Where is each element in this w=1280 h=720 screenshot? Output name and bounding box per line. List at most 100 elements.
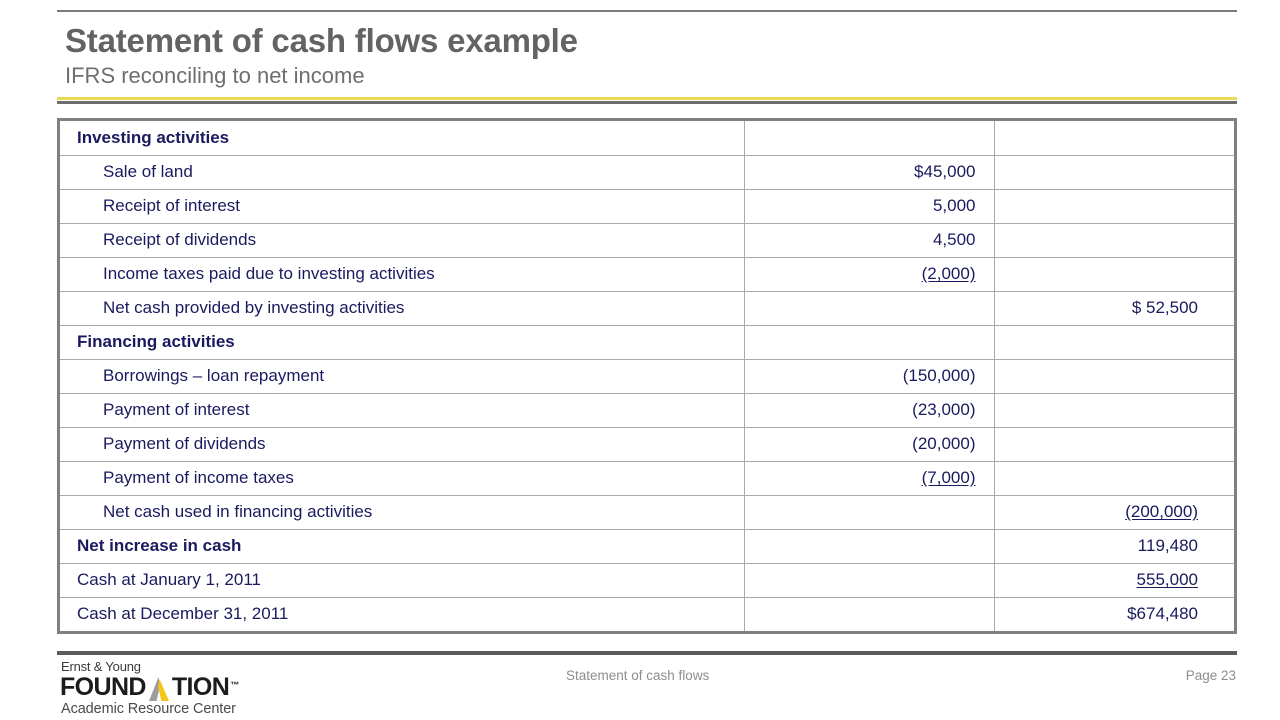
row-detail-amount-cell [744, 325, 995, 360]
row-total-amount: 119,480 [1137, 536, 1198, 555]
row-label-cell: Sale of land [60, 155, 745, 190]
page-subtitle: IFRS reconciling to net income [65, 63, 365, 88]
cash-flow-table-body: Investing activities Sale of land $45,000 R… [60, 121, 1234, 631]
row-label-cell: Investing activities [60, 121, 745, 156]
row-label-cell: Cash at December 31, 2011 [60, 597, 745, 631]
cash-flow-table: Investing activities Sale of land $45,000 R… [60, 121, 1234, 631]
table-row: Net cash provided by investing activitie… [60, 291, 1234, 326]
cash-flow-table-container: Investing activities Sale of land $45,000 R… [57, 118, 1237, 634]
ey-foundation-logo: Ernst & Young FOUND TION ™ Academic Reso… [60, 660, 320, 718]
row-label: Net increase in cash [77, 536, 242, 555]
row-label-cell: Borrowings – loan repayment [60, 359, 745, 394]
row-label: Investing activities [77, 127, 230, 147]
row-label: Cash at January 1, 2011 [77, 570, 261, 589]
row-detail-amount-cell: (23,000) [744, 393, 995, 428]
row-detail-amount: 4,500 [932, 230, 976, 249]
table-row: Net cash used in financing activities (20… [60, 495, 1234, 530]
row-total-amount-cell: $ 52,500 [994, 291, 1234, 326]
footer-center-label: Statement of cash flows [566, 668, 710, 683]
logo-foundation-wordmark: FOUND TION ™ [60, 673, 320, 701]
row-label-cell: Payment of dividends [60, 427, 745, 462]
slide-header: Statement of cash flows example IFRS rec… [57, 10, 1237, 104]
table-row: Investing activities [60, 121, 1234, 156]
row-label: Payment of interest [103, 400, 250, 419]
row-detail-amount-cell [744, 495, 995, 530]
row-detail-amount-cell: $45,000 [744, 155, 995, 190]
row-label-cell: Net cash used in financing activities [60, 495, 745, 530]
row-label-cell: Net cash provided by investing activitie… [60, 291, 745, 326]
table-row: Income taxes paid due to investing activ… [60, 257, 1234, 292]
footer-divider [57, 651, 1237, 655]
row-detail-amount-cell [744, 563, 995, 598]
row-total-amount-cell [994, 393, 1234, 428]
row-detail-amount: (23,000) [912, 400, 976, 419]
row-detail-amount-cell: (20,000) [744, 427, 995, 462]
row-total-amount-cell [994, 461, 1234, 496]
row-detail-amount: (7,000) [921, 468, 976, 487]
table-row: Payment of income taxes (7,000) [60, 461, 1234, 496]
row-total-amount-cell: $674,480 [994, 597, 1234, 631]
row-detail-amount: (2,000) [921, 264, 976, 283]
yellow-accent-rule [57, 97, 1237, 100]
row-label: Receipt of dividends [103, 230, 257, 249]
table-row: Financing activities [60, 325, 1234, 360]
row-label-cell: Income taxes paid due to investing activ… [60, 257, 745, 292]
logo-word-right: TION [171, 673, 230, 701]
row-detail-amount-cell: 5,000 [744, 189, 995, 224]
row-label-cell: Net increase in cash [60, 529, 745, 564]
row-label-cell: Financing activities [60, 325, 745, 360]
logo-ernst-young-text: Ernst & Young [61, 659, 141, 674]
row-total-amount: $ 52,500 [1131, 298, 1198, 317]
row-total-amount: (200,000) [1125, 502, 1198, 521]
row-label-cell: Receipt of dividends [60, 223, 745, 258]
slide-root: Statement of cash flows example IFRS rec… [0, 0, 1280, 720]
trademark-icon: ™ [230, 680, 239, 690]
row-detail-amount: (150,000) [902, 366, 976, 385]
table-row: Receipt of interest 5,000 [60, 189, 1234, 224]
row-detail-amount-cell [744, 597, 995, 631]
row-label-cell: Receipt of interest [60, 189, 745, 224]
row-detail-amount-cell: (150,000) [744, 359, 995, 394]
row-detail-amount: (20,000) [912, 434, 976, 453]
row-label-cell: Payment of income taxes [60, 461, 745, 496]
row-label: Payment of income taxes [103, 468, 294, 487]
row-total-amount-cell [994, 189, 1234, 224]
row-total-amount-cell [994, 223, 1234, 258]
row-label: Sale of land [103, 162, 193, 181]
table-row: Net increase in cash 119,480 [60, 529, 1234, 564]
header-top-rule [57, 10, 1237, 12]
row-total-amount-cell: (200,000) [994, 495, 1234, 530]
table-row: Borrowings – loan repayment (150,000) [60, 359, 1234, 394]
row-detail-amount: $45,000 [914, 162, 976, 181]
row-total-amount-cell [994, 359, 1234, 394]
row-label: Income taxes paid due to investing activ… [103, 264, 435, 283]
table-row: Receipt of dividends 4,500 [60, 223, 1234, 258]
row-label-cell: Cash at January 1, 2011 [60, 563, 745, 598]
row-detail-amount: 5,000 [932, 196, 976, 215]
logo-word-left: FOUND [60, 673, 146, 701]
row-total-amount-cell [994, 155, 1234, 190]
table-row: Payment of dividends (20,000) [60, 427, 1234, 462]
page-number-label: Page 23 [1185, 668, 1236, 683]
row-label-cell: Payment of interest [60, 393, 745, 428]
gray-accent-rule [57, 101, 1237, 104]
row-detail-amount-cell: (7,000) [744, 461, 995, 496]
row-total-amount-cell: 119,480 [994, 529, 1234, 564]
row-detail-amount-cell: 4,500 [744, 223, 995, 258]
row-label: Borrowings – loan repayment [103, 366, 325, 385]
row-detail-amount-cell [744, 529, 995, 564]
table-row: Payment of interest (23,000) [60, 393, 1234, 428]
row-total-amount-cell [994, 427, 1234, 462]
table-row: Cash at January 1, 2011 555,000 [60, 563, 1234, 598]
row-total-amount-cell [994, 121, 1234, 156]
row-total-amount-cell [994, 257, 1234, 292]
triangle-a-icon [146, 677, 172, 701]
row-detail-amount-cell [744, 291, 995, 326]
row-label: Net cash used in financing activities [103, 502, 373, 521]
row-total-amount: $674,480 [1127, 604, 1198, 624]
row-label: Financing activities [77, 332, 235, 351]
row-total-amount: 555,000 [1136, 570, 1198, 589]
page-title: Statement of cash flows example [65, 22, 578, 59]
table-row: Sale of land $45,000 [60, 155, 1234, 190]
row-total-amount-cell [994, 325, 1234, 360]
